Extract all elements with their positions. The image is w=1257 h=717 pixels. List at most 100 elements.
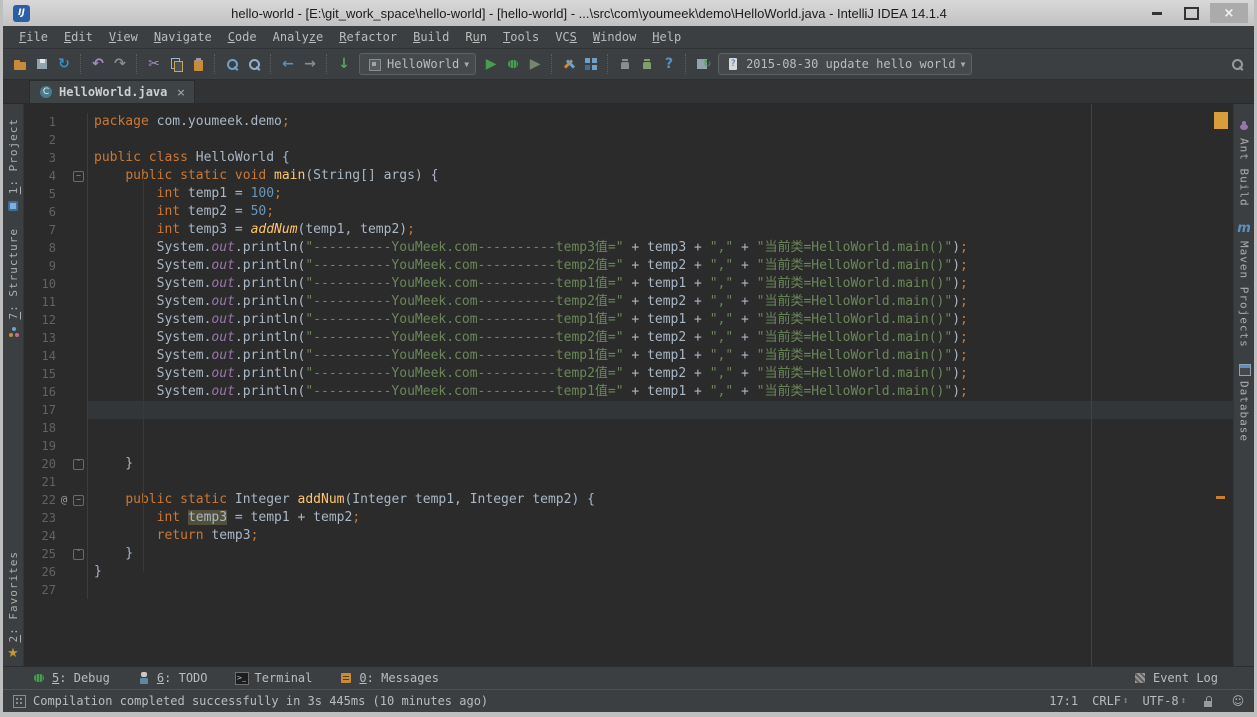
code-text[interactable] — [88, 419, 1233, 437]
fold-marker[interactable]: ˆ — [70, 545, 88, 563]
code-line-19[interactable]: 19 — [24, 437, 1233, 455]
code-text[interactable]: int temp3 = temp1 + temp2; — [88, 509, 1233, 527]
code-line-13[interactable]: 13 System.out.println("----------YouMeek… — [24, 329, 1233, 347]
code-text[interactable]: } — [88, 455, 1233, 473]
encoding-selector[interactable]: UTF-8 ↕ — [1142, 694, 1186, 708]
sync-settings-icon[interactable] — [692, 53, 714, 75]
undo-icon[interactable]: ↶ — [87, 53, 109, 75]
menu-analyze[interactable]: Analyze — [265, 30, 332, 44]
code-line-15[interactable]: 15 System.out.println("----------YouMeek… — [24, 365, 1233, 383]
menu-refactor[interactable]: Refactor — [331, 30, 405, 44]
code-line-24[interactable]: 24 return temp3; — [24, 527, 1233, 545]
code-text[interactable]: System.out.println("----------YouMeek.co… — [88, 347, 1233, 365]
stripe-item-ant-build[interactable]: Ant Build — [1236, 118, 1252, 207]
code-text[interactable]: } — [88, 563, 1233, 581]
cut-icon[interactable]: ✂ — [143, 53, 165, 75]
replace-icon[interactable] — [243, 53, 265, 75]
code-line-5[interactable]: 5 int temp1 = 100; — [24, 185, 1233, 203]
code-line-14[interactable]: 14 System.out.println("----------YouMeek… — [24, 347, 1233, 365]
compare-lines-icon[interactable]: ↓ — [333, 53, 355, 75]
close-button[interactable]: × — [1210, 3, 1248, 23]
error-stripe-marker[interactable] — [1214, 112, 1228, 129]
tab-close-icon[interactable]: × — [176, 86, 185, 99]
menu-run[interactable]: Run — [457, 30, 495, 44]
vcs-action-combo[interactable]: 2015-08-30 update hello world▼ — [718, 53, 972, 75]
fold-marker-icon[interactable]: − — [73, 171, 84, 182]
toolwindow-0-messages[interactable]: 0: Messages — [338, 670, 439, 686]
code-text[interactable]: public static Integer addNum(Integer tem… — [88, 491, 1233, 509]
menu-vcs[interactable]: VCS — [547, 30, 585, 44]
paste-icon[interactable] — [187, 53, 209, 75]
tool-window-switcher-icon[interactable] — [11, 693, 27, 709]
minimize-button[interactable] — [1142, 3, 1172, 23]
code-text[interactable]: int temp2 = 50; — [88, 203, 1233, 221]
code-editor[interactable]: 1package com.youmeek.demo;23public class… — [24, 104, 1233, 666]
code-text[interactable]: public class HelloWorld { — [88, 149, 1233, 167]
debug-icon[interactable] — [502, 53, 524, 75]
toolwindow-5-debug[interactable]: 5: Debug — [31, 670, 110, 686]
fold-marker[interactable]: − — [70, 491, 88, 509]
code-text[interactable]: System.out.println("----------YouMeek.co… — [88, 383, 1233, 401]
help-icon[interactable]: ? — [658, 53, 680, 75]
coverage-icon[interactable]: ▶ — [524, 53, 546, 75]
stripe-item-maven-projects[interactable]: mMaven Projects — [1236, 221, 1252, 348]
code-line-8[interactable]: 8 System.out.println("----------YouMeek.… — [24, 239, 1233, 257]
code-line-17[interactable]: 17 — [24, 401, 1233, 419]
code-text[interactable]: System.out.println("----------YouMeek.co… — [88, 329, 1233, 347]
fold-marker[interactable]: − — [70, 167, 88, 185]
code-line-16[interactable]: 16 System.out.println("----------YouMeek… — [24, 383, 1233, 401]
code-line-25[interactable]: 25ˆ } — [24, 545, 1233, 563]
code-text[interactable]: System.out.println("----------YouMeek.co… — [88, 239, 1233, 257]
synchronize-icon[interactable]: ↻ — [53, 53, 75, 75]
code-text[interactable]: int temp1 = 100; — [88, 185, 1233, 203]
code-text[interactable]: System.out.println("----------YouMeek.co… — [88, 293, 1233, 311]
toolwindow-terminal[interactable]: Terminal — [234, 670, 313, 686]
find-icon[interactable] — [221, 53, 243, 75]
settings-icon[interactable] — [558, 53, 580, 75]
run-icon[interactable]: ▶ — [480, 53, 502, 75]
project-structure-icon[interactable] — [580, 53, 602, 75]
code-text[interactable]: int temp3 = addNum(temp1, temp2); — [88, 221, 1233, 239]
code-text[interactable] — [88, 581, 1233, 599]
line-separator-selector[interactable]: CRLF ↕ — [1092, 694, 1128, 708]
code-line-22[interactable]: 22@− public static Integer addNum(Intege… — [24, 491, 1233, 509]
code-line-18[interactable]: 18 — [24, 419, 1233, 437]
menu-help[interactable]: Help — [644, 30, 689, 44]
fold-marker-icon[interactable]: − — [73, 495, 84, 506]
code-text[interactable]: return temp3; — [88, 527, 1233, 545]
code-text[interactable] — [88, 131, 1233, 149]
tab-helloworld-java[interactable]: HelloWorld.java × — [29, 80, 195, 103]
code-text[interactable] — [88, 401, 1233, 419]
error-stripe-tick[interactable] — [1216, 496, 1225, 499]
code-text[interactable]: System.out.println("----------YouMeek.co… — [88, 311, 1233, 329]
stripe-item-database[interactable]: Database — [1236, 361, 1252, 442]
fold-marker[interactable]: ˆ — [70, 455, 88, 473]
menu-window[interactable]: Window — [585, 30, 644, 44]
stripe-item-1-project[interactable]: 1: Project — [5, 118, 21, 214]
code-line-2[interactable]: 2 — [24, 131, 1233, 149]
hector-inspection-icon[interactable]: ☺ — [1230, 693, 1246, 709]
code-text[interactable]: } — [88, 545, 1233, 563]
code-line-23[interactable]: 23 int temp3 = temp1 + temp2; — [24, 509, 1233, 527]
android-sdk-icon[interactable] — [614, 53, 636, 75]
run-config-combo[interactable]: HelloWorld▼ — [359, 53, 476, 75]
code-line-10[interactable]: 10 System.out.println("----------YouMeek… — [24, 275, 1233, 293]
code-line-6[interactable]: 6 int temp2 = 50; — [24, 203, 1233, 221]
menu-file[interactable]: File — [11, 30, 56, 44]
code-line-27[interactable]: 27 — [24, 581, 1233, 599]
code-line-1[interactable]: 1package com.youmeek.demo; — [24, 113, 1233, 131]
maximize-button[interactable] — [1176, 3, 1206, 23]
code-text[interactable] — [88, 473, 1233, 491]
code-text[interactable]: System.out.println("----------YouMeek.co… — [88, 365, 1233, 383]
menu-code[interactable]: Code — [220, 30, 265, 44]
redo-icon[interactable]: ↷ — [109, 53, 131, 75]
stripe-item-2-favorites[interactable]: 2: Favorites★ — [5, 551, 21, 663]
code-text[interactable]: System.out.println("----------YouMeek.co… — [88, 257, 1233, 275]
menu-view[interactable]: View — [101, 30, 146, 44]
code-text[interactable]: System.out.println("----------YouMeek.co… — [88, 275, 1233, 293]
copy-icon[interactable] — [165, 53, 187, 75]
search-everywhere-icon[interactable] — [1226, 53, 1248, 75]
lock-icon[interactable] — [1200, 693, 1216, 709]
fold-marker-icon[interactable]: ˆ — [73, 549, 84, 560]
stripe-item-7-structure[interactable]: 7: Structure — [5, 228, 21, 340]
